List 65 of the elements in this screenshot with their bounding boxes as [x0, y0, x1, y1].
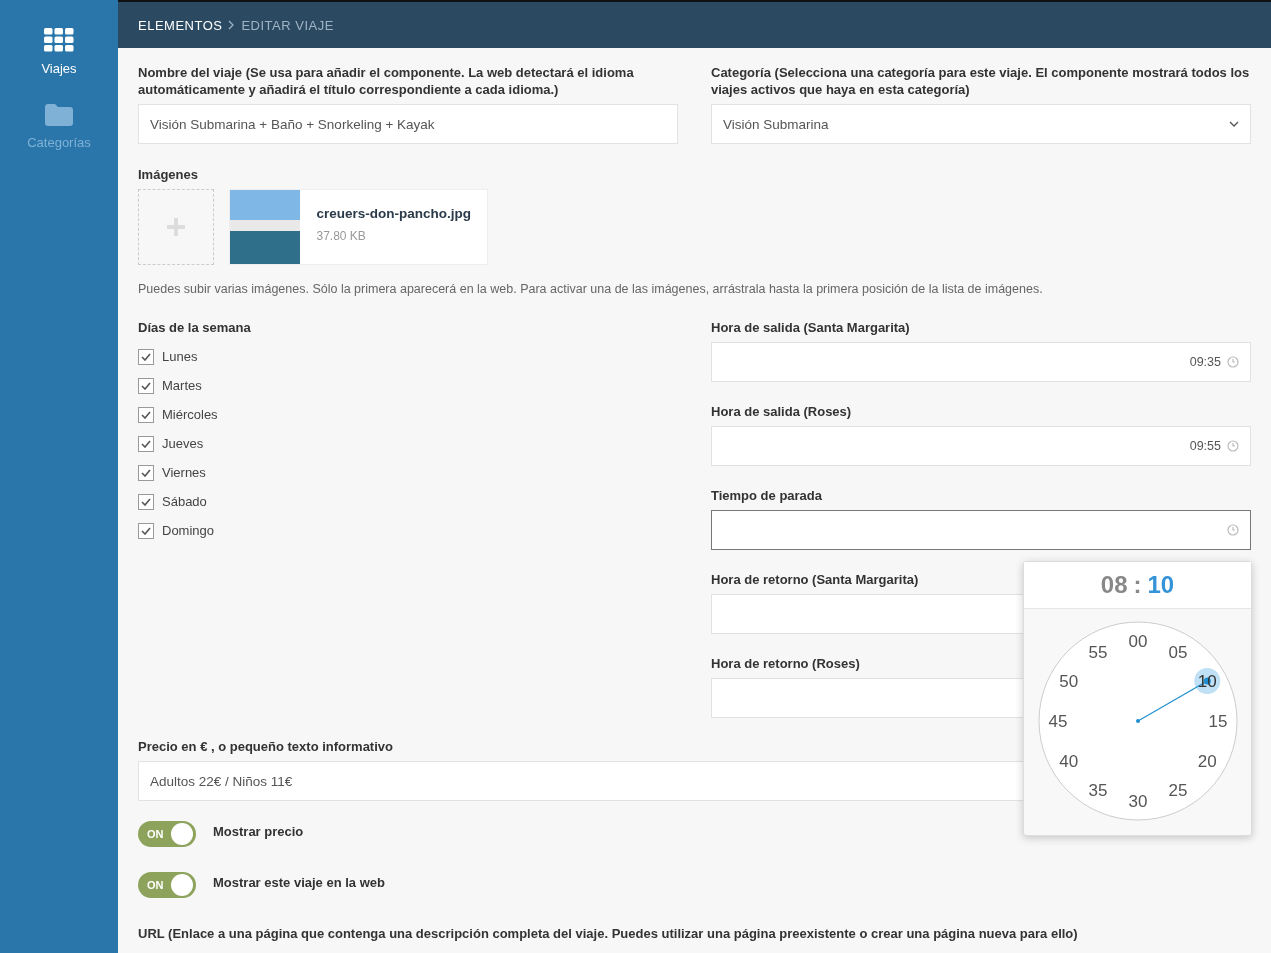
checkmark-icon	[141, 526, 151, 535]
help-text: Puedes subir varias imágenes. Sólo la primera aparecerá en la web. Para activar una de las imágenes, arrástrala hasta la primera posición de la lista de imágenes.	[138, 282, 1044, 296]
clock-icon	[1227, 524, 1239, 536]
checkbox[interactable]	[138, 464, 154, 481]
checkbox-label: Martes	[162, 378, 202, 393]
checkmark-icon	[141, 468, 151, 477]
checkmark-icon	[141, 410, 151, 419]
field-label: Categoría (Selecciona una categoría para este viaje. El componente mostrará todos los viajes activos que haya en esta categoría)	[711, 64, 1251, 98]
name-input[interactable]: Visión Submarina + Baño + Snorkeling + Kayak	[138, 104, 678, 144]
category-select[interactable]: Visión Submarina	[711, 104, 1251, 144]
field-label: URL (Enlace a una página que contenga una descripción completa del viaje. Puedes utilizar una página preexistente o crear una página nueva para ello)	[138, 925, 1079, 942]
checkbox-label: Miércoles	[162, 407, 218, 422]
checkbox-label: Domingo	[162, 523, 215, 538]
checkbox-label: Lunes	[162, 349, 198, 364]
field-label: Tiempo de parada	[711, 487, 822, 504]
file-size: 37.80 KB	[316, 229, 367, 243]
checkbox-label: Sábado	[162, 494, 207, 509]
hours-display[interactable]: 08	[1100, 571, 1128, 599]
checkmark-icon	[141, 381, 151, 390]
field-label: Días de la semana	[138, 319, 252, 336]
chevron-down-icon	[1229, 121, 1239, 127]
checkbox[interactable]	[138, 406, 154, 423]
checkbox-label: Viernes	[162, 465, 206, 480]
field-label: Imágenes	[138, 166, 199, 183]
field-label: Precio en € , o pequeño texto informativo	[138, 738, 394, 755]
checkbox-label: Jueves	[162, 436, 204, 451]
chevron-icon	[228, 20, 236, 30]
toggle-label: Mostrar este viaje en la web	[213, 873, 385, 891]
file-name: creuers-don-pancho.jpg	[316, 206, 471, 221]
checkbox[interactable]	[138, 522, 154, 539]
checkbox[interactable]	[138, 493, 154, 510]
minute-option[interactable]: 15	[1208, 712, 1227, 731]
checkbox[interactable]	[138, 377, 154, 394]
plus-icon	[167, 218, 185, 236]
checkmark-icon	[141, 497, 151, 506]
minute-option[interactable]: 55	[1088, 642, 1107, 662]
field-label: Hora de salida (Santa Margarita)	[711, 319, 910, 336]
checkbox[interactable]	[138, 435, 154, 452]
field-label: Hora de retorno (Roses)	[711, 655, 860, 672]
folder-icon	[45, 104, 73, 126]
time-input[interactable]: 09:35	[711, 342, 1251, 382]
image-card[interactable]: creuers-don-pancho.jpg 37.80 KB	[229, 189, 488, 265]
minute-option[interactable]: 35	[1088, 781, 1107, 801]
breadcrumb-link[interactable]: ELEMENTOS	[138, 17, 223, 33]
checkmark-icon	[141, 439, 151, 448]
sidebar-item[interactable]: Viajes	[41, 28, 77, 76]
minute-option[interactable]: 45	[1048, 712, 1067, 731]
minute-option[interactable]: 00	[1128, 632, 1147, 651]
time-input[interactable]: 09:55	[711, 426, 1251, 466]
grid-icon	[44, 28, 74, 52]
checkmark-icon	[141, 352, 151, 361]
toggle-label: Mostrar precio	[213, 822, 304, 840]
field-label: Hora de retorno (Santa Margarita)	[711, 571, 919, 588]
minute-option[interactable]: 25	[1168, 781, 1187, 801]
minute-option[interactable]: 05	[1168, 642, 1187, 662]
field-label: Hora de salida (Roses)	[711, 403, 852, 420]
checkbox[interactable]	[138, 348, 154, 365]
minute-option[interactable]: 50	[1058, 672, 1078, 691]
time-input[interactable]	[711, 510, 1251, 550]
breadcrumb-current: EDITAR VIAJE	[241, 17, 334, 33]
field-label: Nombre del viaje (Se usa para añadir el componente. La web detectará el idioma automáticamente y añadirá el título correspondiente a cada idioma.)	[138, 64, 635, 98]
input-value: Visión Submarina + Baño + Snorkeling + Kayak	[150, 116, 435, 132]
clock-icon	[1227, 356, 1239, 368]
time-separator: :	[1133, 571, 1142, 599]
clock-icon	[1227, 440, 1239, 452]
